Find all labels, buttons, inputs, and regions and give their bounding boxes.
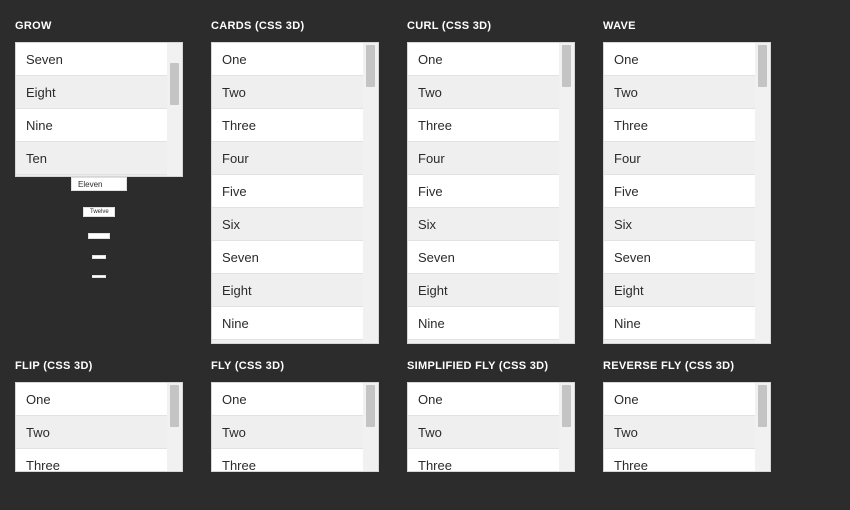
panel-fly: FLY (CSS 3D) One Two Three — [211, 360, 379, 472]
list-item[interactable]: Eight — [16, 76, 167, 109]
panel-title-sfly: SIMPLIFIED FLY (CSS 3D) — [407, 360, 575, 372]
list-scroll-flip: One Two Three — [16, 383, 167, 471]
scrollbar[interactable] — [559, 43, 574, 343]
panel-title-rfly: REVERSE FLY (CSS 3D) — [603, 360, 771, 372]
list-item[interactable]: Six — [604, 208, 755, 241]
list-item[interactable]: Eight — [408, 274, 559, 307]
list-item[interactable]: One — [408, 43, 559, 76]
list-scroll-curl: One Two Three Four Five Six Seven Eight … — [408, 43, 559, 343]
list-item[interactable]: Two — [408, 416, 559, 449]
list-item[interactable]: One — [16, 383, 167, 416]
list-scroll-grow: Seven Eight Nine Ten — [16, 43, 167, 176]
grow-shrink-item — [92, 255, 106, 259]
panel-simplified-fly: SIMPLIFIED FLY (CSS 3D) One Two Three — [407, 360, 575, 472]
scrollbar[interactable] — [363, 383, 378, 471]
list-item[interactable]: One — [212, 383, 363, 416]
listbox-grow[interactable]: Seven Eight Nine Ten — [15, 42, 183, 177]
grow-shrink-stack: Eleven Twelve — [15, 177, 183, 278]
list-item[interactable]: Seven — [604, 241, 755, 274]
list-item[interactable]: Four — [212, 142, 363, 175]
row-bottom: FLIP (CSS 3D) One Two Three FLY (CSS 3D)… — [15, 360, 835, 472]
list-item[interactable]: One — [604, 43, 755, 76]
list-item[interactable]: Six — [212, 208, 363, 241]
grow-shrink-item — [88, 233, 110, 239]
list-item[interactable]: Seven — [212, 241, 363, 274]
list-item[interactable]: Four — [408, 142, 559, 175]
panel-title-curl: CURL (CSS 3D) — [407, 20, 575, 32]
panel-wave: WAVE One Two Three Four Five Six Seven E… — [603, 20, 771, 344]
list-item[interactable]: Two — [604, 76, 755, 109]
list-item[interactable]: Nine — [408, 307, 559, 340]
list-scroll-wave: One Two Three Four Five Six Seven Eight … — [604, 43, 755, 343]
list-item[interactable]: Three — [408, 449, 559, 471]
listbox-sfly[interactable]: One Two Three — [407, 382, 575, 472]
list-item[interactable]: Three — [212, 109, 363, 142]
list-item[interactable]: Ten — [604, 340, 755, 343]
list-item[interactable]: Two — [212, 416, 363, 449]
list-item[interactable]: One — [604, 383, 755, 416]
list-item[interactable]: Five — [604, 175, 755, 208]
list-item[interactable]: Eight — [604, 274, 755, 307]
listbox-cards[interactable]: One Two Three Four Five Six Seven Eight … — [211, 42, 379, 344]
panel-curl: CURL (CSS 3D) One Two Three Four Five Si… — [407, 20, 575, 344]
list-scroll-sfly: One Two Three — [408, 383, 559, 471]
listbox-fly[interactable]: One Two Three — [211, 382, 379, 472]
list-item[interactable]: Five — [408, 175, 559, 208]
list-item[interactable]: Two — [212, 76, 363, 109]
scrollbar[interactable] — [167, 43, 182, 176]
list-item[interactable]: Three — [604, 449, 755, 471]
list-item[interactable]: One — [212, 43, 363, 76]
row-top: GROW Seven Eight Nine Ten Eleven Twelve — [15, 20, 835, 344]
scrollbar[interactable] — [167, 383, 182, 471]
list-scroll-fly: One Two Three — [212, 383, 363, 471]
scrollbar[interactable] — [755, 43, 770, 343]
list-item[interactable]: Seven — [16, 43, 167, 76]
panel-flip: FLIP (CSS 3D) One Two Three — [15, 360, 183, 472]
list-scroll-rfly: One Two Three — [604, 383, 755, 471]
panel-grow: GROW Seven Eight Nine Ten Eleven Twelve — [15, 20, 183, 344]
list-item[interactable]: Two — [16, 416, 167, 449]
panel-reverse-fly: REVERSE FLY (CSS 3D) One Two Three — [603, 360, 771, 472]
panel-title-wave: WAVE — [603, 20, 771, 32]
grow-shrink-item — [92, 275, 106, 278]
list-item[interactable]: Nine — [16, 109, 167, 142]
listbox-wave[interactable]: One Two Three Four Five Six Seven Eight … — [603, 42, 771, 344]
list-item[interactable]: Ten — [212, 340, 363, 343]
listbox-curl[interactable]: One Two Three Four Five Six Seven Eight … — [407, 42, 575, 344]
list-item[interactable]: Two — [604, 416, 755, 449]
list-item[interactable]: Three — [212, 449, 363, 471]
list-item[interactable]: Seven — [408, 241, 559, 274]
list-item[interactable]: One — [408, 383, 559, 416]
list-item[interactable]: Nine — [212, 307, 363, 340]
listbox-rfly[interactable]: One Two Three — [603, 382, 771, 472]
panel-title-fly: FLY (CSS 3D) — [211, 360, 379, 372]
panel-title-cards: CARDS (CSS 3D) — [211, 20, 379, 32]
list-item[interactable]: Three — [604, 109, 755, 142]
panel-title-grow: GROW — [15, 20, 183, 32]
list-item[interactable]: Ten — [408, 340, 559, 343]
grow-shrink-item: Eleven — [71, 177, 127, 191]
scrollbar[interactable] — [363, 43, 378, 343]
grow-shrink-item: Twelve — [83, 207, 115, 217]
list-item[interactable]: Four — [604, 142, 755, 175]
listbox-flip[interactable]: One Two Three — [15, 382, 183, 472]
list-item[interactable]: Nine — [604, 307, 755, 340]
list-item[interactable]: Three — [16, 449, 167, 471]
scrollbar[interactable] — [559, 383, 574, 471]
list-item[interactable]: Eight — [212, 274, 363, 307]
list-item[interactable]: Six — [408, 208, 559, 241]
panel-cards: CARDS (CSS 3D) One Two Three Four Five S… — [211, 20, 379, 344]
list-item[interactable]: Two — [408, 76, 559, 109]
list-item[interactable]: Ten — [16, 142, 167, 175]
page-root: GROW Seven Eight Nine Ten Eleven Twelve — [0, 0, 850, 472]
panel-title-flip: FLIP (CSS 3D) — [15, 360, 183, 372]
list-item[interactable]: Three — [408, 109, 559, 142]
list-item[interactable]: Five — [212, 175, 363, 208]
list-scroll-cards: One Two Three Four Five Six Seven Eight … — [212, 43, 363, 343]
scrollbar[interactable] — [755, 383, 770, 471]
